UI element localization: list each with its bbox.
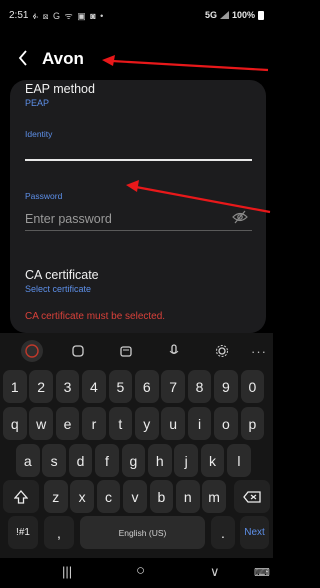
settings-gear-icon[interactable]	[211, 340, 233, 362]
key-0[interactable]: 0	[240, 370, 265, 403]
next-key[interactable]: Next	[240, 516, 269, 549]
key-c[interactable]: c	[96, 480, 121, 513]
key-3[interactable]: 3	[55, 370, 80, 403]
hide-keyboard-icon[interactable]: ∨	[210, 564, 220, 580]
key-e[interactable]: e	[55, 407, 80, 440]
home-icon[interactable]: ○	[136, 562, 145, 579]
identity-field[interactable]: Identity	[25, 129, 252, 161]
key-s[interactable]: s	[42, 444, 66, 477]
eap-method-label: EAP method	[25, 82, 95, 96]
key-4[interactable]: 4	[82, 370, 106, 403]
microphone-icon[interactable]	[163, 340, 185, 362]
key-r[interactable]: r	[82, 407, 106, 440]
key-7[interactable]: 7	[161, 370, 185, 403]
signal-icon	[219, 11, 229, 19]
shift-key[interactable]	[3, 480, 39, 513]
keyboard-toolbar: ···	[0, 338, 273, 366]
status-bar: 2:51 ፉ ⊠ G ᯤ ▣ ◙ • 5G 100%	[0, 0, 273, 30]
backspace-icon	[243, 490, 261, 503]
key-b[interactable]: b	[149, 480, 174, 513]
key-2[interactable]: 2	[29, 370, 53, 403]
symbols-key[interactable]: !#1	[8, 516, 38, 549]
back-arrow-icon[interactable]	[18, 49, 38, 69]
network-type: 5G	[204, 10, 217, 20]
identity-input[interactable]	[25, 139, 252, 159]
shift-icon	[14, 489, 28, 504]
key-6[interactable]: 6	[135, 370, 159, 403]
sticker-icon[interactable]	[67, 340, 89, 362]
key-q[interactable]: q	[3, 407, 27, 440]
key-a[interactable]: a	[16, 444, 40, 477]
key-y[interactable]: y	[135, 407, 159, 440]
key-u[interactable]: u	[161, 407, 185, 440]
password-input[interactable]: Enter password	[25, 212, 112, 226]
recent-apps-icon[interactable]: |||	[62, 564, 72, 579]
battery-icon	[258, 10, 264, 20]
on-screen-keyboard: ··· 1234567890 qwertyuiop asdfghjkl zxcvbnm…	[0, 333, 273, 558]
key-m[interactable]: m	[202, 480, 226, 513]
status-time: 2:51	[9, 9, 29, 21]
navigation-bar: ||| ○ ∨ ⌨	[0, 558, 273, 588]
error-message: CA certificate must be selected.	[25, 311, 166, 322]
key-g[interactable]: g	[121, 444, 146, 477]
key-1[interactable]: 1	[3, 370, 27, 403]
key-j[interactable]: j	[174, 444, 198, 477]
identity-underline	[25, 159, 252, 161]
key-l[interactable]: l	[227, 444, 251, 477]
network-name-title: Avon	[42, 49, 84, 68]
key-f[interactable]: f	[95, 444, 119, 477]
ca-certificate-label: CA certificate	[25, 268, 99, 282]
space-key[interactable]: English (US)	[80, 516, 205, 549]
emoji-icon[interactable]	[21, 340, 43, 362]
annotation-arrow-password	[126, 180, 271, 214]
clipboard-icon[interactable]	[115, 340, 137, 362]
key-t[interactable]: t	[108, 407, 133, 440]
notification-icons: ፉ ⊠ G ᯤ ▣ ◙ •	[32, 10, 105, 21]
key-z[interactable]: z	[44, 480, 68, 513]
ca-certificate-error: CA certificate must be selected.	[25, 311, 252, 322]
key-h[interactable]: h	[148, 444, 172, 477]
key-9[interactable]: 9	[214, 370, 238, 403]
key-x[interactable]: x	[70, 480, 94, 513]
password-underline	[25, 230, 252, 231]
key-o[interactable]: o	[214, 407, 238, 440]
annotation-arrow-title	[102, 55, 269, 72]
ca-certificate-row[interactable]: CA certificate Select certificate	[25, 268, 252, 294]
key-8[interactable]: 8	[187, 370, 212, 403]
key-k[interactable]: k	[200, 444, 225, 477]
key-w[interactable]: w	[29, 407, 53, 440]
key-d[interactable]: d	[68, 444, 93, 477]
key-v[interactable]: v	[123, 480, 147, 513]
key-5[interactable]: 5	[108, 370, 133, 403]
key-i[interactable]: i	[187, 407, 212, 440]
eap-method-row[interactable]: EAP method PEAP	[25, 82, 252, 108]
key-p[interactable]: p	[240, 407, 265, 440]
more-options-icon[interactable]: ···	[251, 344, 267, 359]
key-n[interactable]: n	[176, 480, 200, 513]
battery-level: 100%	[231, 10, 255, 20]
period-key[interactable]: .	[211, 516, 235, 549]
identity-label: Identity	[25, 129, 53, 139]
eap-method-value: PEAP	[25, 98, 50, 108]
backspace-key[interactable]	[234, 480, 270, 513]
ca-certificate-value: Select certificate	[25, 284, 92, 294]
comma-key[interactable]: ,	[44, 516, 74, 549]
keyboard-switch-icon[interactable]: ⌨	[254, 566, 270, 579]
